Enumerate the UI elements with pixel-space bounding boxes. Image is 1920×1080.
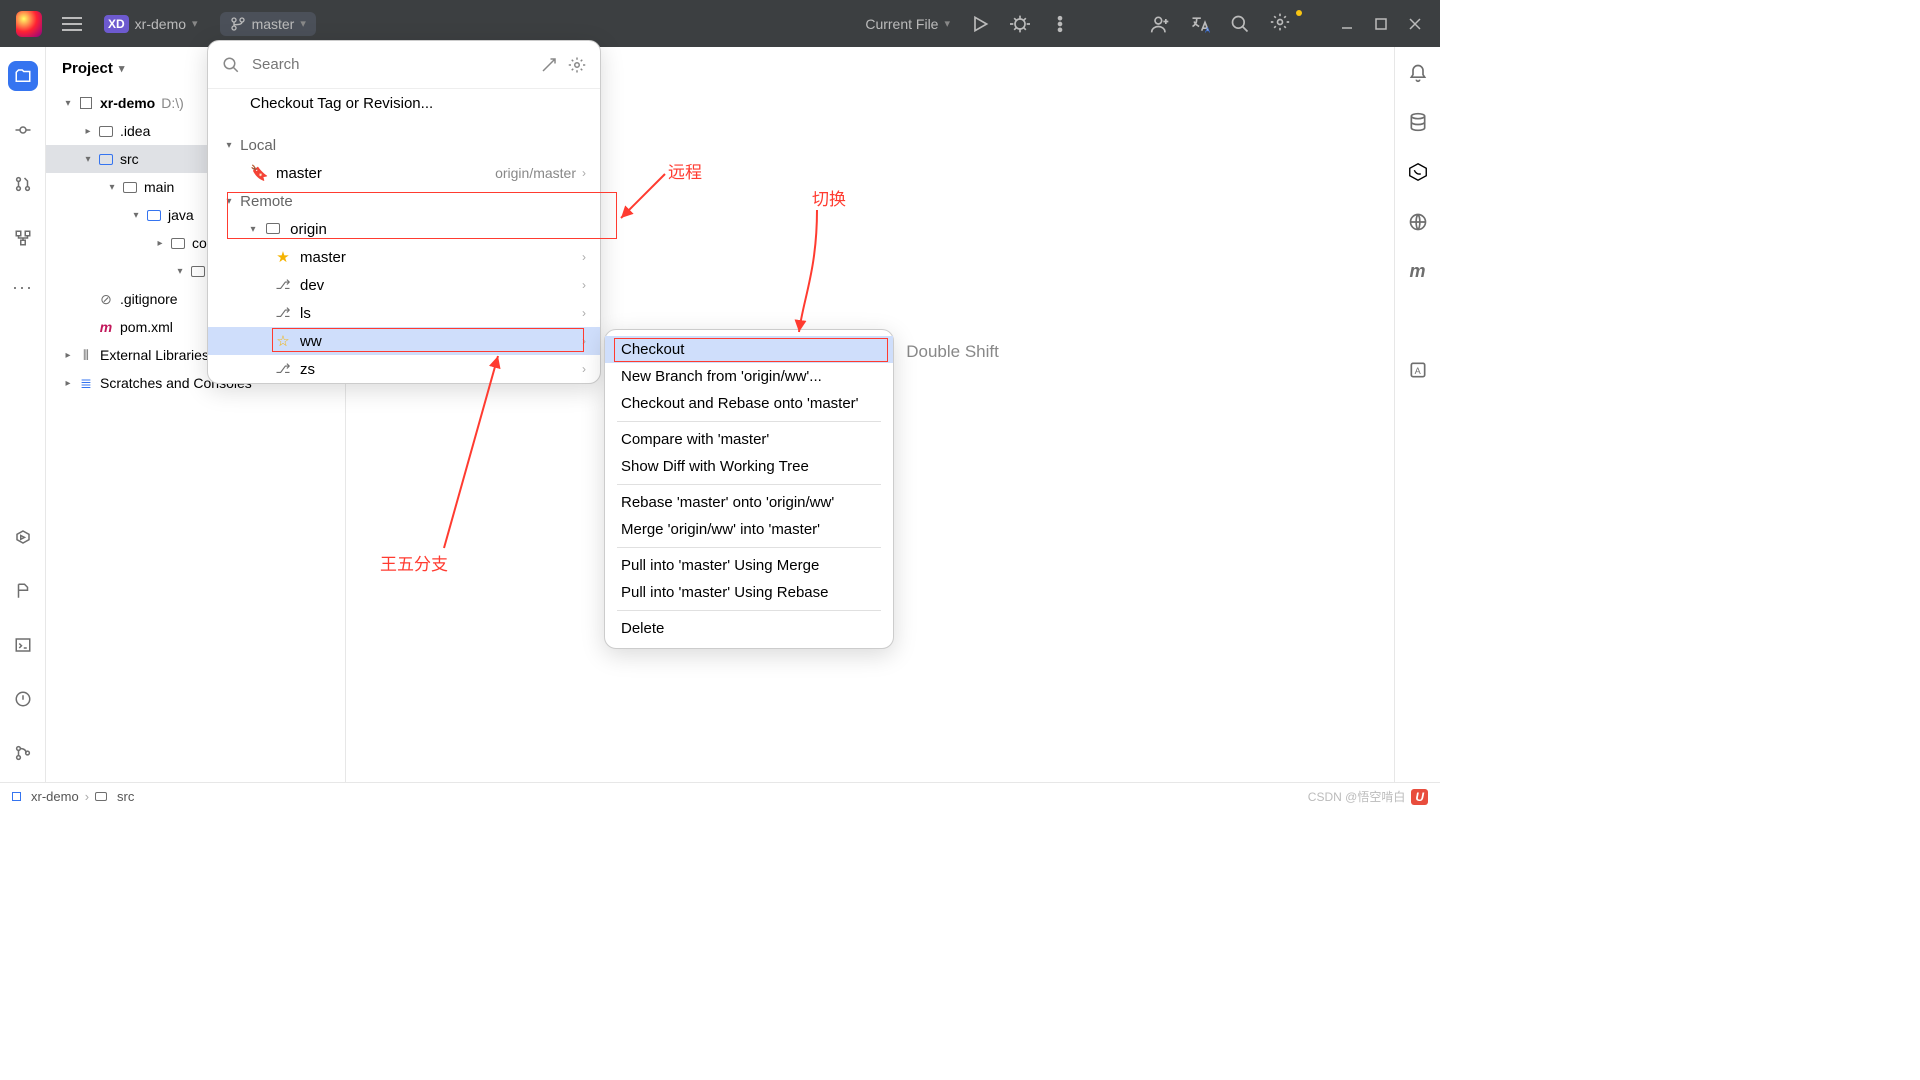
chevron-right-icon: › [582,250,586,264]
project-tool-button[interactable] [8,61,38,91]
gear-icon[interactable] [568,56,586,74]
chevron-down-icon: ▾ [192,17,198,30]
module-icon [12,792,21,801]
folder-icon [95,792,107,801]
watermark-text: CSDN @悟空啃白 [1308,788,1406,805]
remote-branch-ls[interactable]: ⎇ls› [208,299,600,327]
chevron-right-icon: › [582,306,586,320]
commit-tool-button[interactable] [8,115,38,145]
database-tool-button[interactable] [1408,112,1428,137]
left-tool-strip: ··· [0,47,46,782]
branch-icon: ⎇ [274,361,292,377]
local-branch-master[interactable]: 🔖masterorigin/master› [208,159,600,187]
annotation-switch-label: 切换 [812,185,846,210]
annotation-arrow-ww [440,352,520,557]
annotation-ww-label: 王五分支 [380,550,448,575]
main-menu-icon[interactable] [62,17,82,31]
branch-context-menu: Checkout New Branch from 'origin/ww'... … [604,329,894,649]
branches-search-input[interactable] [252,56,451,73]
svg-text:A: A [1414,366,1421,376]
checkout-tag-item[interactable]: Checkout Tag or Revision... [208,89,600,117]
track-icon[interactable] [540,56,558,74]
run-icon[interactable] [970,14,990,34]
annotation-box-checkout [614,338,888,362]
ctx-merge[interactable]: Merge 'origin/ww' into 'master' [605,516,893,543]
chevron-right-icon: › [582,166,586,180]
maximize-icon[interactable] [1374,17,1388,31]
services-tool-button[interactable] [8,522,38,552]
more-icon[interactable] [1050,14,1070,34]
debug-icon[interactable] [1010,14,1030,34]
right-tool-strip: m A [1394,47,1440,782]
chevron-down-icon: ▾ [300,17,306,30]
vcs-tool-button[interactable] [8,738,38,768]
branch-selector[interactable]: master ▾ [220,12,316,36]
ctx-pull-rebase[interactable]: Pull into 'master' Using Rebase [605,579,893,606]
maven-tool-button[interactable]: m [1409,261,1425,282]
local-section[interactable]: Local [208,131,600,159]
run-config-name: Current File [865,16,938,32]
ctx-compare[interactable]: Compare with 'master' [605,426,893,453]
remote-branch-master[interactable]: ★master› [208,243,600,271]
branch-icon: ⎇ [274,277,292,293]
annotation-box-remote [227,192,617,239]
assistant-tool-button[interactable]: A [1408,360,1428,385]
close-icon[interactable] [1408,17,1422,31]
star-icon: ★ [274,248,292,266]
structure-tool-button[interactable] [8,223,38,253]
branches-search[interactable] [208,41,600,89]
remote-branch-dev[interactable]: ⎇dev› [208,271,600,299]
spring-tool-button[interactable] [1407,161,1429,188]
breadcrumb-1[interactable]: xr-demo [31,789,79,804]
chevron-down-icon: ▾ [119,62,125,75]
status-bar: xr-demo › src CSDN @悟空啃白 U [0,782,1440,810]
remote-branch-zs[interactable]: ⎇zs› [208,355,600,383]
annotation-arrow-remote [617,170,677,235]
notifications-tool-button[interactable] [1408,63,1428,88]
pull-requests-tool-button[interactable] [8,169,38,199]
branch-name: master [252,16,295,32]
code-with-me-icon[interactable] [1150,14,1170,34]
project-panel-title: Project [62,60,113,77]
search-icon [222,56,240,74]
project-name: xr-demo [135,16,186,32]
ctx-pull-merge[interactable]: Pull into 'master' Using Merge [605,552,893,579]
settings-icon[interactable] [1260,12,1300,35]
tag-icon: 🔖 [250,164,268,182]
web-tool-button[interactable] [1408,212,1428,237]
ctx-diff[interactable]: Show Diff with Working Tree [605,453,893,480]
branch-icon: ⎇ [274,305,292,321]
terminal-tool-button[interactable] [8,630,38,660]
hint-search-everywhere-key: Double Shift [906,342,999,362]
watermark-logo: U [1411,789,1428,805]
branch-icon [230,16,246,32]
problems-tool-button[interactable] [8,684,38,714]
chevron-right-icon: › [85,789,89,804]
project-selector[interactable]: XD xr-demo ▾ [94,11,208,37]
chevron-right-icon: › [582,362,586,376]
ctx-delete[interactable]: Delete [605,615,893,642]
search-icon[interactable] [1230,14,1250,34]
translate-icon[interactable]: A [1190,14,1210,34]
svg-text:A: A [1205,25,1210,34]
chevron-down-icon: ▾ [944,17,950,30]
breadcrumb-2[interactable]: src [117,789,134,804]
annotation-arrow-switch [787,210,827,345]
annotation-box-ww [272,328,584,352]
build-tool-button[interactable] [8,576,38,606]
app-icon [16,11,42,37]
chevron-right-icon: › [582,278,586,292]
run-config-selector[interactable]: Current File ▾ [855,12,960,36]
more-tool-button[interactable]: ··· [12,277,33,298]
ctx-checkout-rebase[interactable]: Checkout and Rebase onto 'master' [605,390,893,417]
ctx-new-branch[interactable]: New Branch from 'origin/ww'... [605,363,893,390]
ctx-rebase[interactable]: Rebase 'master' onto 'origin/ww' [605,489,893,516]
minimize-icon[interactable] [1340,17,1354,31]
project-badge: XD [104,15,129,33]
